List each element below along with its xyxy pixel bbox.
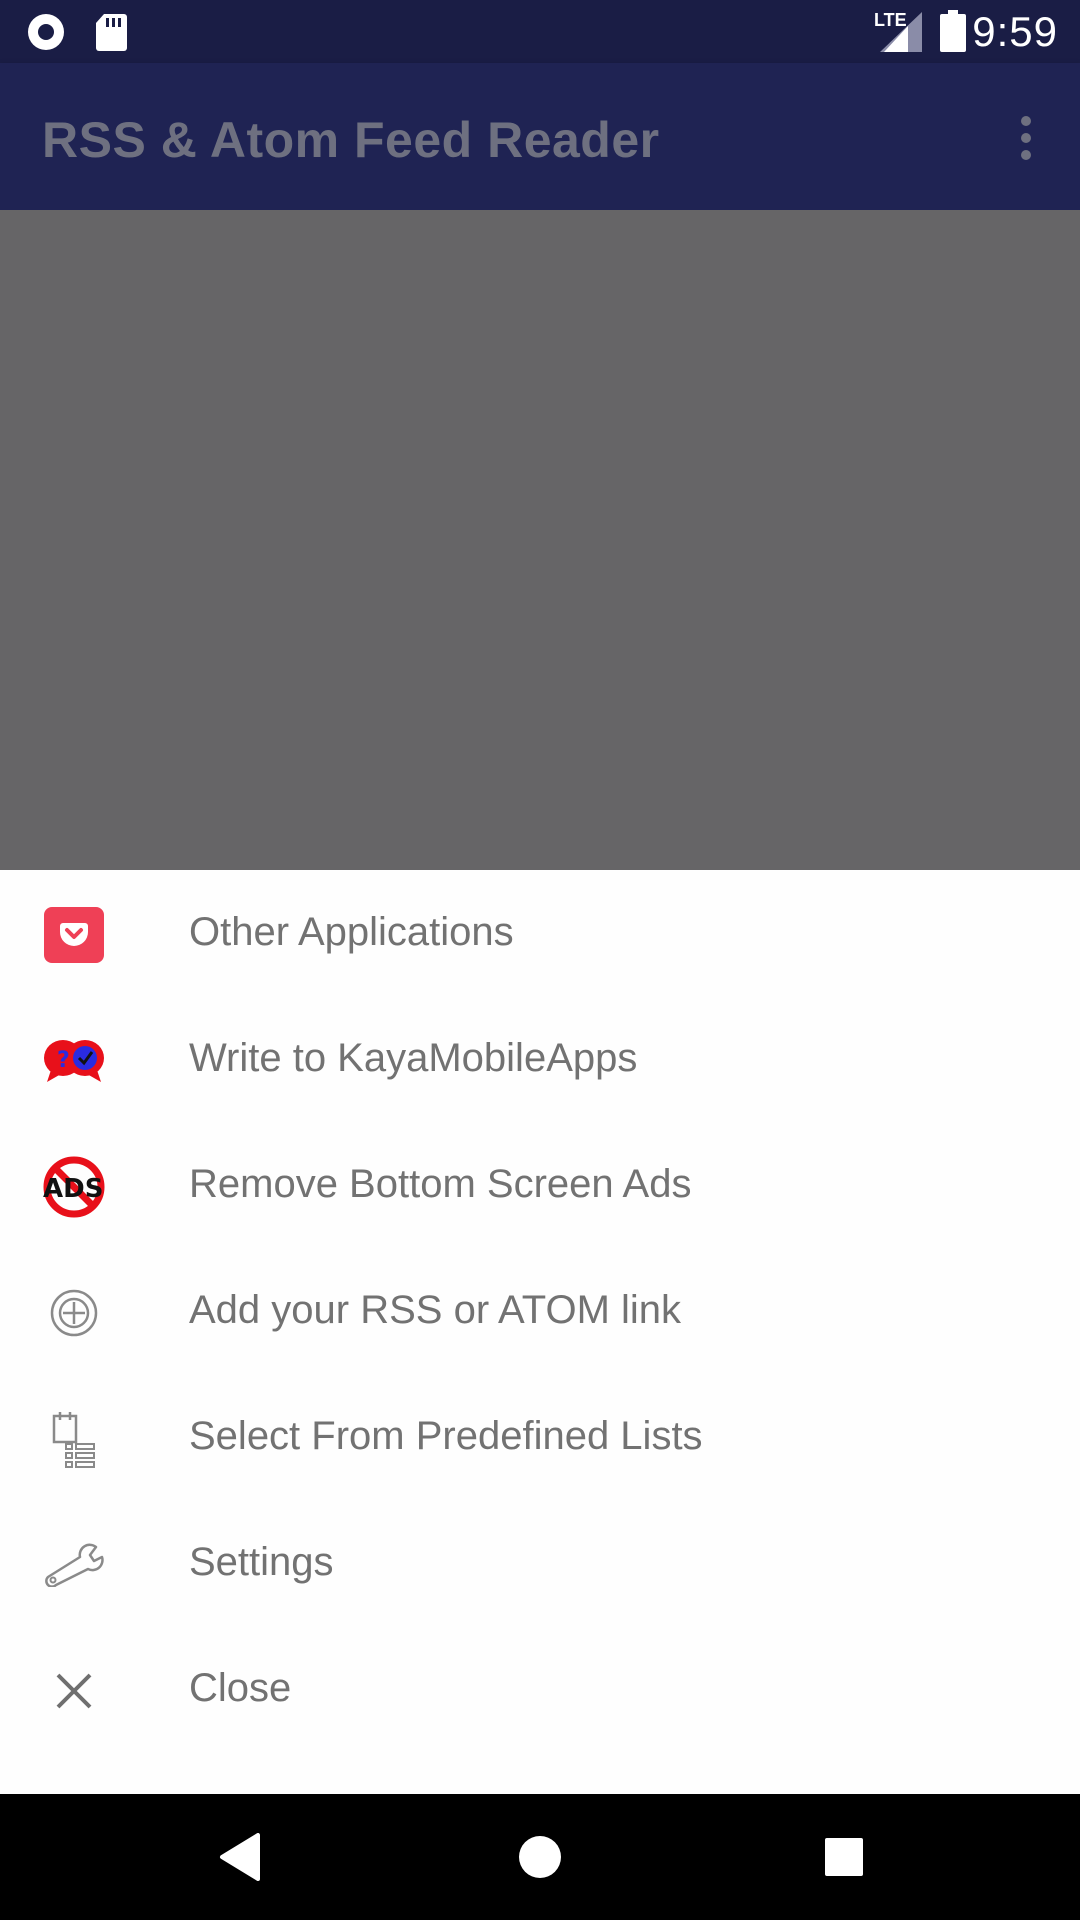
status-time: 9:59	[972, 8, 1058, 55]
menu-item-write-to-kayamobileapps[interactable]: ? Write to KayaMobileApps	[0, 996, 1080, 1122]
chat-bubbles-icon: ?	[42, 1029, 106, 1093]
signal-icon	[880, 12, 922, 57]
record-icon	[26, 12, 66, 57]
menu-item-other-applications[interactable]: Other Applications	[0, 870, 1080, 996]
battery-icon	[940, 10, 966, 57]
menu-item-settings[interactable]: Settings	[0, 1500, 1080, 1626]
back-icon[interactable]	[200, 1794, 280, 1920]
app-bar: RSS & Atom Feed Reader	[0, 63, 1080, 210]
svg-text:?: ?	[57, 1048, 70, 1073]
more-vert-icon[interactable]	[996, 103, 1056, 173]
pocket-icon	[42, 903, 106, 967]
menu-item-predefined-lists[interactable]: Select From Predefined Lists	[0, 1374, 1080, 1500]
status-bar: LTE 9:59	[0, 0, 1080, 63]
menu-item-label: Close	[189, 1666, 292, 1710]
menu-item-label: Select From Predefined Lists	[189, 1414, 703, 1458]
home-icon[interactable]	[500, 1794, 580, 1920]
ads-text: ADS	[43, 1174, 103, 1204]
menu-item-label: Settings	[189, 1540, 334, 1584]
dimmed-content-area[interactable]	[0, 210, 1080, 870]
menu-item-label: Other Applications	[189, 910, 514, 954]
menu-item-close[interactable]: Close	[0, 1626, 1080, 1752]
bottom-sheet-menu: Other Applications ? Write to KayaMobile…	[0, 870, 1080, 1794]
wrench-icon	[42, 1533, 106, 1597]
menu-item-remove-ads[interactable]: ADS Remove Bottom Screen Ads	[0, 1122, 1080, 1248]
app-title: RSS & Atom Feed Reader	[42, 112, 660, 168]
menu-item-label: Remove Bottom Screen Ads	[189, 1162, 692, 1206]
close-icon	[42, 1659, 106, 1723]
add-circle-icon	[42, 1281, 106, 1345]
recents-icon[interactable]	[804, 1794, 884, 1920]
no-ads-icon: ADS	[42, 1155, 106, 1219]
navigation-bar	[0, 1794, 1080, 1920]
menu-item-label: Write to KayaMobileApps	[189, 1036, 638, 1080]
sd-card-icon	[94, 12, 128, 57]
menu-item-add-rss-link[interactable]: Add your RSS or ATOM link	[0, 1248, 1080, 1374]
menu-item-label: Add your RSS or ATOM link	[189, 1288, 682, 1332]
list-icon	[42, 1407, 106, 1471]
